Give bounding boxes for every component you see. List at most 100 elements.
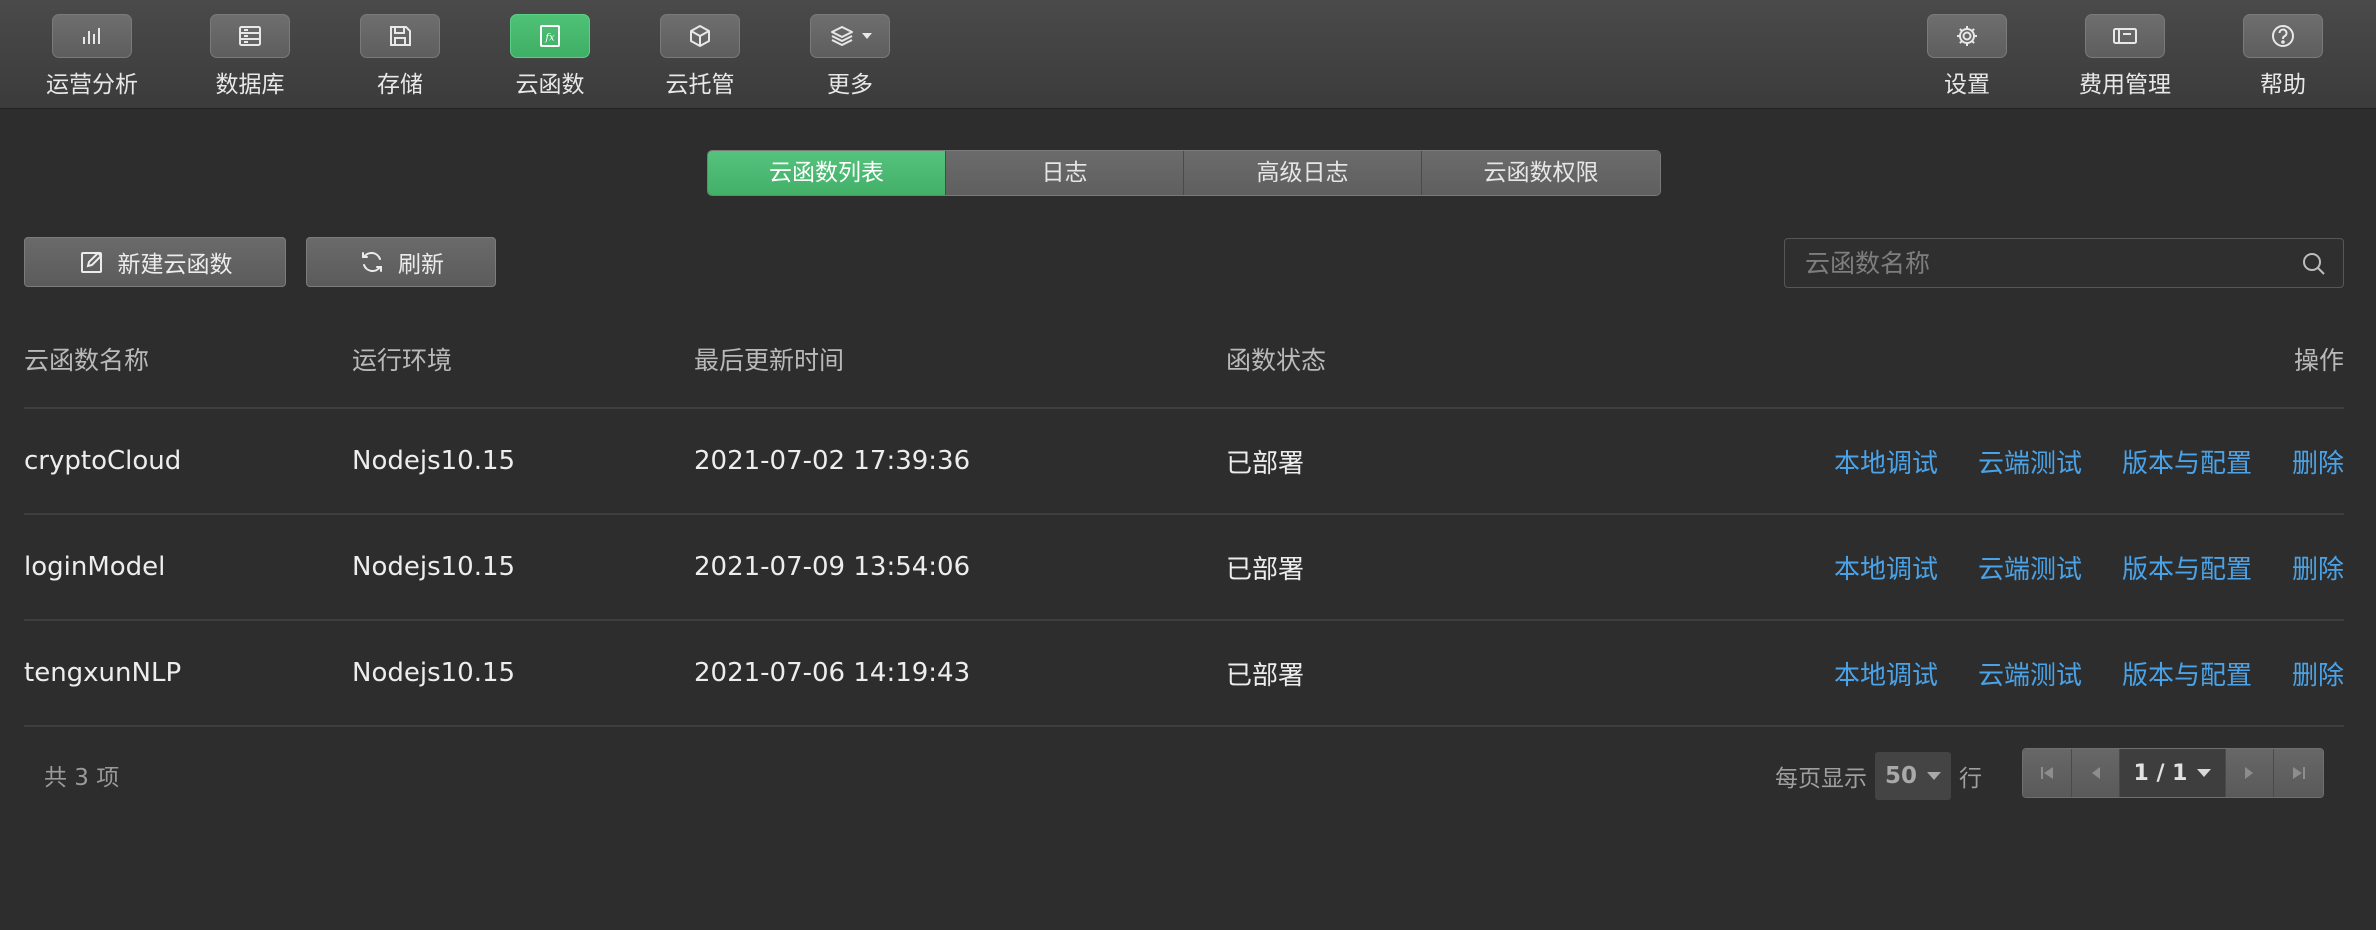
header-env: 运行环境 bbox=[352, 345, 453, 375]
card-icon bbox=[2113, 28, 2137, 44]
deploy-status: 已部署 bbox=[1226, 448, 1305, 479]
per-page-prefix: 每页显示 bbox=[1775, 766, 1867, 792]
billing-button[interactable] bbox=[2085, 14, 2165, 58]
refresh-label: 刷新 bbox=[398, 252, 444, 278]
chevron-down-icon bbox=[2197, 769, 2212, 777]
toolbar-help[interactable]: 帮助 bbox=[2213, 14, 2353, 99]
table-header: 云函数名称 运行环境 最后更新时间 函数状态 操作 bbox=[24, 318, 2344, 409]
refresh-icon bbox=[362, 252, 382, 272]
tab-advanced-logs[interactable]: 高级日志 bbox=[1184, 151, 1422, 195]
toolbar-database[interactable]: 数据库 bbox=[180, 14, 320, 99]
chevron-down-icon bbox=[1927, 772, 1941, 780]
cloud-function-button[interactable]: fx bbox=[510, 14, 590, 58]
delete-link[interactable]: 删除 bbox=[2292, 655, 2344, 692]
cloud-test-link[interactable]: 云端测试 bbox=[1978, 655, 2082, 692]
database-button[interactable] bbox=[210, 14, 290, 58]
first-page-icon bbox=[2040, 767, 2053, 779]
layers-icon bbox=[831, 26, 853, 46]
total-count: 共 3 项 bbox=[44, 765, 120, 791]
toolbar-analytics[interactable]: 运营分析 bbox=[22, 14, 162, 99]
tab-function-permissions[interactable]: 云函数权限 bbox=[1422, 151, 1660, 195]
cloud-hosting-label: 云托管 bbox=[665, 72, 735, 98]
updated-time: 2021-07-09 13:54:06 bbox=[694, 552, 971, 582]
function-name: cryptoCloud bbox=[24, 446, 182, 476]
per-page-control: 每页显示 50 行 bbox=[1775, 752, 1982, 800]
header-ops: 操作 bbox=[2293, 345, 2344, 375]
toolbar-more[interactable]: 更多 bbox=[780, 14, 920, 99]
cloud-test-link[interactable]: 云端测试 bbox=[1978, 443, 2082, 480]
settings-label: 设置 bbox=[1944, 72, 1990, 98]
svg-text:fx: fx bbox=[544, 33, 555, 44]
runtime-env: Nodejs10.15 bbox=[352, 658, 516, 688]
deploy-status: 已部署 bbox=[1226, 660, 1305, 691]
delete-link[interactable]: 删除 bbox=[2292, 443, 2344, 480]
top-toolbar: 运营分析 数据库 存储 fx 云函数 云托管 更多 设置 费用管理 帮助 bbox=[0, 0, 2376, 109]
row-actions: 本地调试 云端测试 版本与配置 删除 bbox=[1834, 409, 2344, 513]
toolbar-cloud-function[interactable]: fx 云函数 bbox=[480, 14, 620, 99]
function-icon: fx bbox=[540, 25, 560, 47]
deploy-status: 已部署 bbox=[1226, 554, 1305, 585]
updated-time: 2021-07-02 17:39:36 bbox=[694, 446, 971, 476]
storage-label: 存储 bbox=[377, 72, 423, 98]
local-debug-link[interactable]: 本地调试 bbox=[1834, 443, 1938, 480]
tab-function-list[interactable]: 云函数列表 bbox=[708, 151, 946, 195]
toolbar-storage[interactable]: 存储 bbox=[330, 14, 470, 99]
toolbar-settings[interactable]: 设置 bbox=[1897, 14, 2037, 99]
function-table: 云函数名称 运行环境 最后更新时间 函数状态 操作 cryptoCloud No… bbox=[24, 318, 2344, 727]
help-button[interactable] bbox=[2243, 14, 2323, 58]
function-tabs: 云函数列表 日志 高级日志 云函数权限 bbox=[707, 150, 1661, 196]
local-debug-link[interactable]: 本地调试 bbox=[1834, 549, 1938, 586]
last-page-icon bbox=[2292, 767, 2305, 779]
help-label: 帮助 bbox=[2260, 72, 2306, 98]
new-function-button[interactable]: 新建云函数 bbox=[24, 237, 286, 287]
row-actions: 本地调试 云端测试 版本与配置 删除 bbox=[1834, 515, 2344, 619]
cloud-test-link[interactable]: 云端测试 bbox=[1978, 549, 2082, 586]
search-input[interactable] bbox=[1785, 239, 2343, 287]
last-page-button[interactable] bbox=[2274, 749, 2323, 797]
function-name: tengxunNLP bbox=[24, 658, 182, 688]
runtime-env: Nodejs10.15 bbox=[352, 552, 516, 582]
search-icon[interactable] bbox=[2301, 251, 2327, 277]
analytics-label: 运营分析 bbox=[46, 72, 138, 98]
delete-link[interactable]: 删除 bbox=[2292, 549, 2344, 586]
page-select[interactable]: 1 / 1 bbox=[2120, 749, 2226, 797]
refresh-button[interactable]: 刷新 bbox=[306, 237, 496, 287]
billing-label: 费用管理 bbox=[2079, 72, 2171, 98]
bar-chart-icon bbox=[83, 28, 100, 44]
cloud-hosting-button[interactable] bbox=[660, 14, 740, 58]
per-page-select[interactable]: 50 bbox=[1875, 752, 1951, 800]
edit-icon bbox=[80, 251, 102, 273]
prev-page-button[interactable] bbox=[2071, 749, 2121, 797]
page-indicator: 1 / 1 bbox=[2133, 760, 2188, 786]
version-config-link[interactable]: 版本与配置 bbox=[2122, 549, 2252, 586]
per-page-suffix: 行 bbox=[1959, 766, 1982, 792]
prev-page-icon bbox=[2091, 767, 2100, 779]
local-debug-link[interactable]: 本地调试 bbox=[1834, 655, 1938, 692]
toolbar-billing[interactable]: 费用管理 bbox=[2055, 14, 2195, 99]
more-label: 更多 bbox=[827, 72, 873, 98]
chevron-down-icon bbox=[862, 33, 872, 39]
new-function-label: 新建云函数 bbox=[117, 252, 233, 278]
storage-button[interactable] bbox=[360, 14, 440, 58]
version-config-link[interactable]: 版本与配置 bbox=[2122, 655, 2252, 692]
table-row: cryptoCloud Nodejs10.15 2021-07-02 17:39… bbox=[24, 409, 2344, 515]
analytics-button[interactable] bbox=[52, 14, 132, 58]
help-icon bbox=[2272, 25, 2294, 47]
version-config-link[interactable]: 版本与配置 bbox=[2122, 443, 2252, 480]
table-row: loginModel Nodejs10.15 2021-07-09 13:54:… bbox=[24, 515, 2344, 621]
function-name: loginModel bbox=[24, 552, 166, 582]
next-page-button[interactable] bbox=[2225, 749, 2275, 797]
row-actions: 本地调试 云端测试 版本与配置 删除 bbox=[1834, 621, 2344, 725]
header-name: 云函数名称 bbox=[24, 345, 150, 375]
more-button[interactable] bbox=[810, 14, 890, 58]
first-page-button[interactable] bbox=[2023, 749, 2072, 797]
per-page-value: 50 bbox=[1885, 763, 1918, 789]
database-label: 数据库 bbox=[215, 72, 285, 98]
database-icon bbox=[239, 26, 261, 46]
cube-icon bbox=[690, 25, 710, 47]
tab-logs[interactable]: 日志 bbox=[946, 151, 1184, 195]
toolbar-cloud-hosting[interactable]: 云托管 bbox=[630, 14, 770, 99]
next-page-icon bbox=[2245, 767, 2254, 779]
settings-button[interactable] bbox=[1927, 14, 2007, 58]
updated-time: 2021-07-06 14:19:43 bbox=[694, 658, 971, 688]
